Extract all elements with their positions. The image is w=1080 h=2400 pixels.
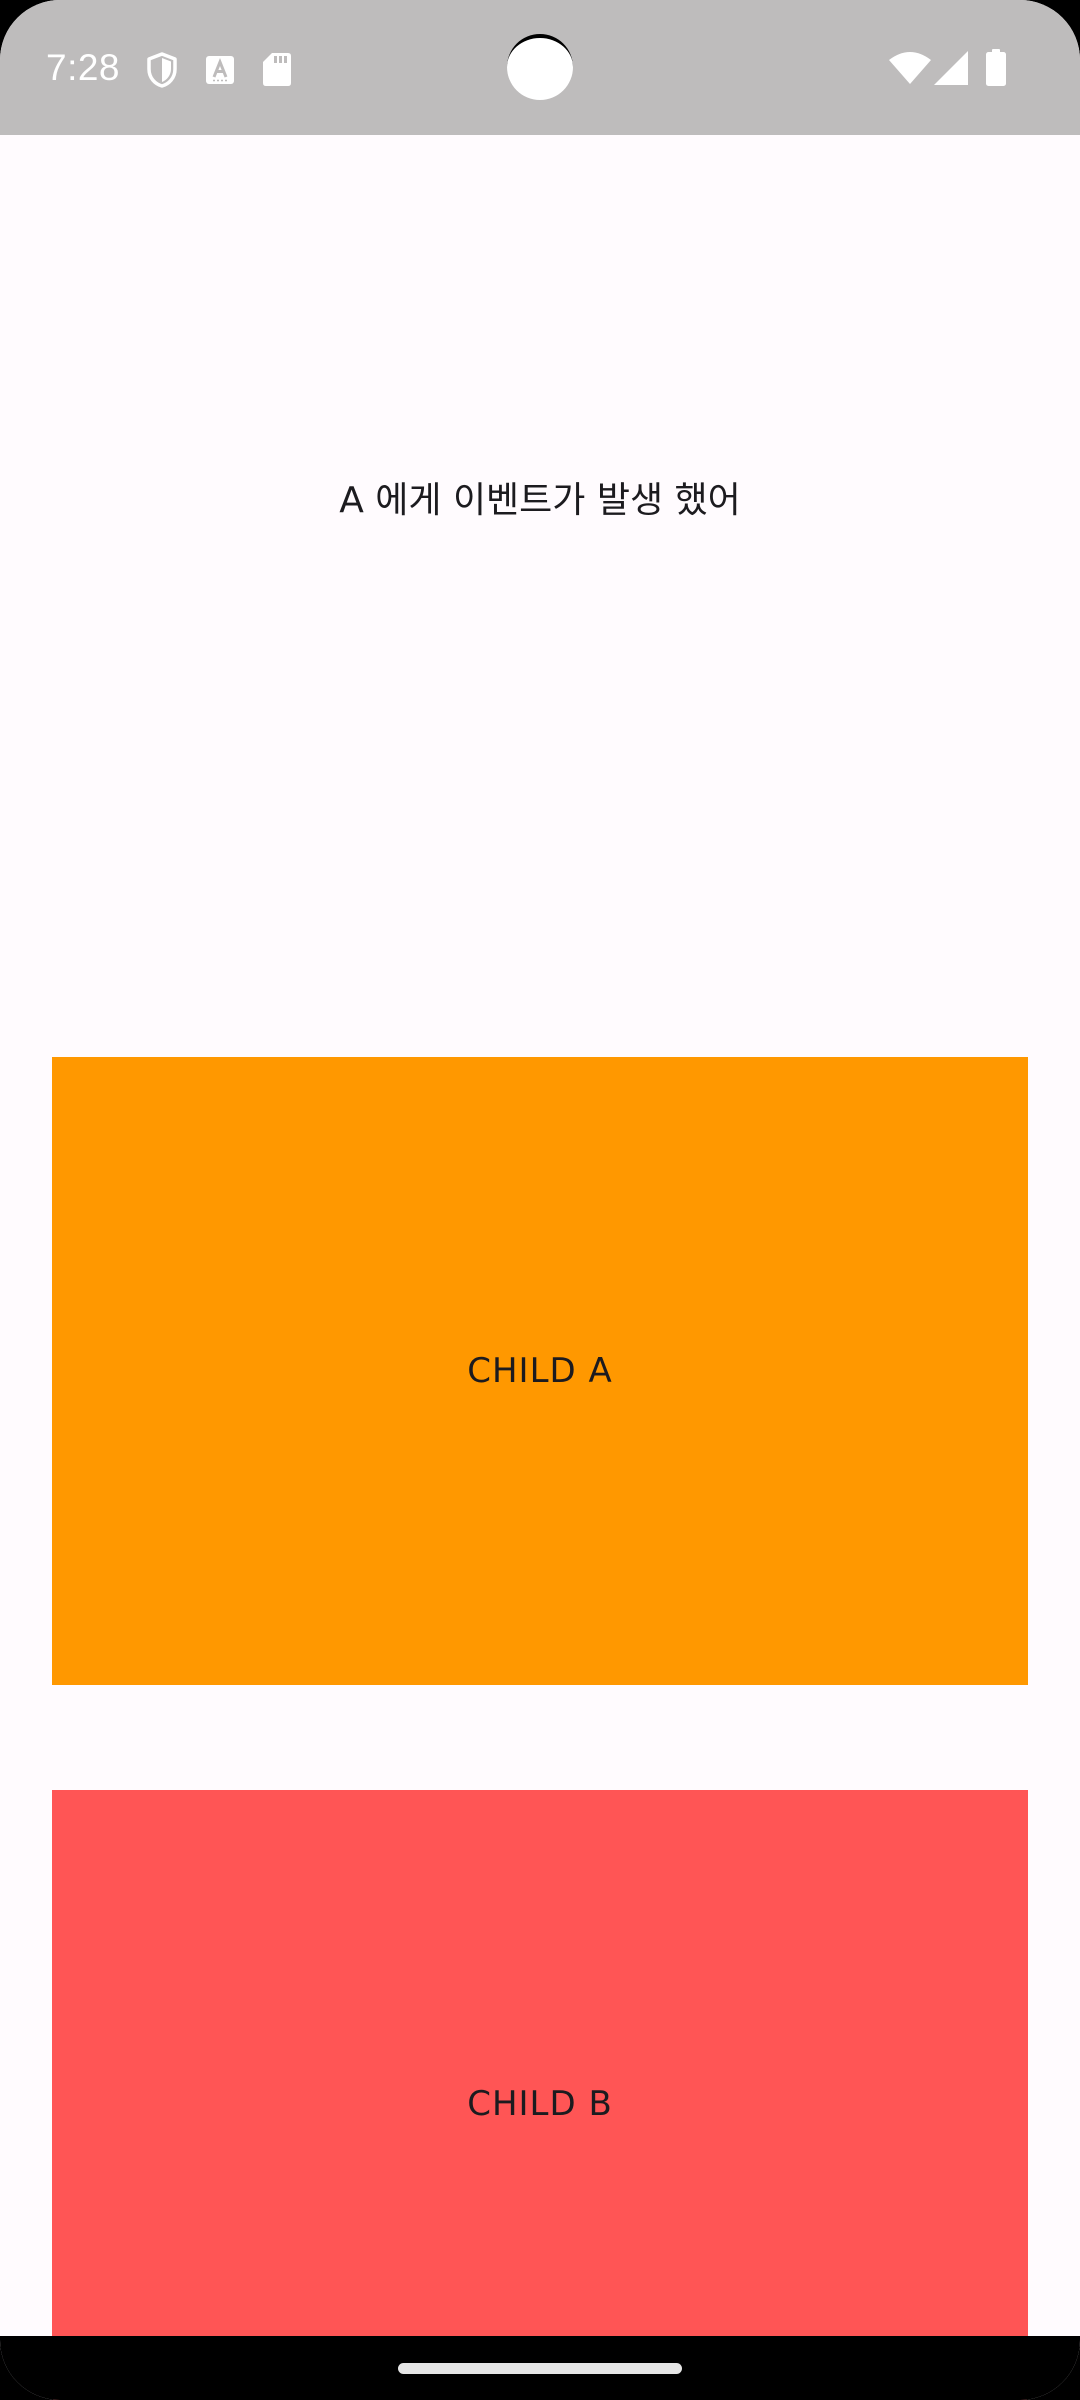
wifi-icon: [889, 52, 931, 84]
child-a-box[interactable]: CHILD A: [52, 1057, 1028, 1685]
event-message-text: A 에게 이벤트가 발생 했어: [339, 480, 741, 521]
status-bar: 7:28: [0, 0, 1080, 135]
sd-card-icon: [263, 53, 291, 86]
main-content: A 에게 이벤트가 발생 했어 CHILD A CHILD B: [0, 135, 1080, 2400]
status-time: 7:28: [46, 47, 121, 88]
child-b-label: CHILD B: [467, 2084, 613, 2124]
cellular-signal-icon: [934, 51, 968, 85]
shield-icon: [147, 52, 177, 88]
font-a-icon: [206, 56, 234, 84]
phone-screen: 7:28 A 에게 이벤트가 발생 했어 CHILD A CHILD B: [0, 0, 1080, 2400]
child-b-box[interactable]: CHILD B: [52, 1790, 1028, 2400]
battery-icon: [986, 49, 1006, 86]
front-camera-cutout: [507, 34, 573, 100]
home-gesture-handle[interactable]: [398, 2363, 682, 2374]
navigation-bar: [0, 2336, 1080, 2400]
child-a-label: CHILD A: [467, 1351, 613, 1391]
